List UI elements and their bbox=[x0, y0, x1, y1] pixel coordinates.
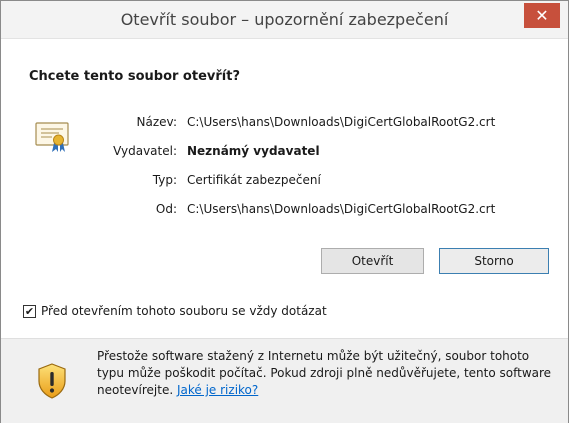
close-icon[interactable]: ✕ bbox=[524, 3, 560, 28]
risk-link[interactable]: Jaké je riziko? bbox=[177, 383, 258, 397]
field-label: Název: bbox=[136, 115, 178, 129]
dialog-title: Otevřít soubor – upozornění zabezpečení bbox=[120, 10, 449, 29]
field-from: Od: C:\Users\hans\Downloads\DigiCertGlob… bbox=[1, 202, 569, 222]
field-label: Typ: bbox=[152, 173, 177, 187]
field-value: C:\Users\hans\Downloads\DigiCertGlobalRo… bbox=[187, 115, 496, 129]
open-button[interactable]: Otevřít bbox=[321, 248, 424, 274]
always-ask-checkbox[interactable]: ✔ bbox=[23, 305, 36, 318]
shield-warning-icon bbox=[38, 363, 66, 399]
warning-message: Přestože software stažený z Internetu mů… bbox=[97, 349, 552, 397]
question-heading: Chcete tento soubor otevřít? bbox=[29, 69, 240, 84]
checkbox-label[interactable]: Před otevřením tohoto souboru se vždy do… bbox=[41, 304, 327, 318]
warning-text: Přestože software stažený z Internetu mů… bbox=[97, 348, 559, 399]
field-type: Typ: Certifikát zabezpečení bbox=[1, 173, 569, 193]
cancel-button[interactable]: Storno bbox=[439, 248, 549, 274]
field-label: Od: bbox=[155, 202, 177, 216]
field-value: C:\Users\hans\Downloads\DigiCertGlobalRo… bbox=[187, 202, 496, 216]
title-bar: Otevřít soubor – upozornění zabezpečení … bbox=[1, 1, 568, 39]
field-publisher: Vydavatel: Neznámý vydavatel bbox=[1, 144, 569, 164]
security-warning-dialog: Otevřít soubor – upozornění zabezpečení … bbox=[0, 0, 569, 423]
field-label: Vydavatel: bbox=[113, 144, 177, 158]
field-value: Neznámý vydavatel bbox=[187, 144, 320, 158]
warning-section: Přestože software stažený z Internetu mů… bbox=[1, 338, 568, 423]
field-name: Název: C:\Users\hans\Downloads\DigiCertG… bbox=[1, 115, 569, 135]
field-value: Certifikát zabezpečení bbox=[187, 173, 321, 187]
